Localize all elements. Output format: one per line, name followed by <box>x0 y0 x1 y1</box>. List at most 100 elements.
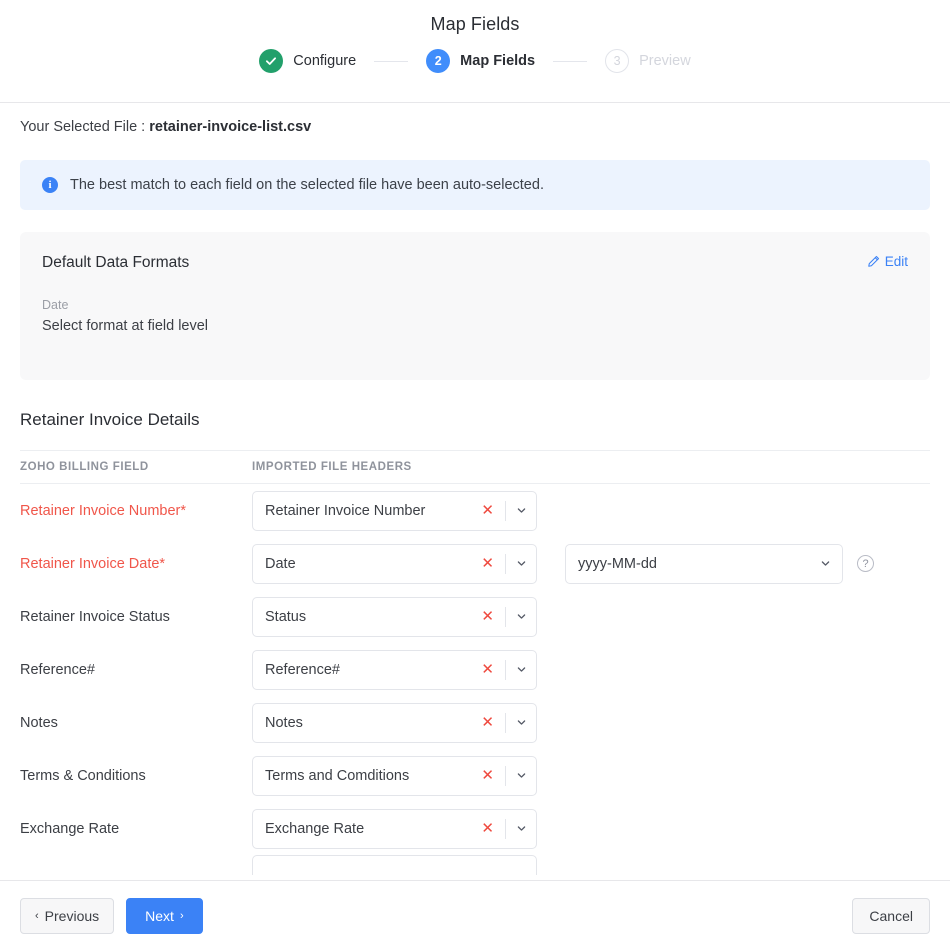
next-button[interactable]: Next › <box>126 898 202 934</box>
header-select-value: Exchange Rate <box>265 821 475 837</box>
step-connector-1 <box>374 61 408 62</box>
header-select-value: Notes <box>265 715 475 731</box>
header-select-value: Reference# <box>265 662 475 678</box>
header-select[interactable]: Exchange Rate ✕ <box>252 809 537 849</box>
info-banner-text: The best match to each field on the sele… <box>70 177 544 193</box>
clear-icon[interactable]: ✕ <box>475 821 505 836</box>
step-map-fields-label: Map Fields <box>460 53 535 69</box>
info-banner: i The best match to each field on the se… <box>20 160 930 210</box>
page-title: Map Fields <box>430 14 519 35</box>
table-row: Retainer Invoice Date* Date ✕ yyyy-MM-dd <box>20 537 930 590</box>
info-icon: i <box>42 177 58 193</box>
step-preview-badge: 3 <box>605 49 629 73</box>
default-data-formats-card: Default Data Formats Edit Date Select fo… <box>20 232 930 380</box>
field-label: Terms & Conditions <box>20 768 252 784</box>
header-select[interactable]: Retainer Invoice Number ✕ <box>252 491 537 531</box>
chevron-right-icon: › <box>180 910 184 922</box>
pencil-icon <box>867 255 880 268</box>
mapping-cell: Notes ✕ <box>252 703 537 743</box>
previous-button[interactable]: ‹ Previous <box>20 898 114 934</box>
date-format-label: Date <box>42 298 908 312</box>
clear-icon[interactable]: ✕ <box>475 609 505 624</box>
next-button-label: Next <box>145 908 174 924</box>
section-title: Retainer Invoice Details <box>20 410 930 430</box>
chevron-down-icon[interactable] <box>506 823 536 834</box>
header-select[interactable] <box>252 855 537 875</box>
column-header-imported-headers: IMPORTED FILE HEADERS <box>252 461 565 473</box>
chevron-left-icon: ‹ <box>35 910 39 922</box>
field-label: Retainer Invoice Date* <box>20 556 252 572</box>
table-header-row: ZOHO BILLING FIELD IMPORTED FILE HEADERS <box>20 450 930 484</box>
default-data-formats-title: Default Data Formats <box>42 254 189 272</box>
table-row: Reference# Reference# ✕ <box>20 643 930 696</box>
default-data-formats-header: Default Data Formats Edit <box>42 254 908 272</box>
chevron-down-icon[interactable] <box>506 558 536 569</box>
page-content: Your Selected File : retainer-invoice-li… <box>0 103 950 880</box>
table-row: Retainer Invoice Status Status ✕ <box>20 590 930 643</box>
mapping-cell: Retainer Invoice Number ✕ <box>252 491 537 531</box>
step-preview-label: Preview <box>639 53 691 69</box>
chevron-down-icon[interactable] <box>506 611 536 622</box>
import-map-fields-page: Map Fields Configure 2 Map Fields 3 Prev… <box>0 0 950 951</box>
selected-file-name: retainer-invoice-list.csv <box>149 119 311 135</box>
clear-icon[interactable]: ✕ <box>475 662 505 677</box>
wizard-stepper: Configure 2 Map Fields 3 Preview <box>259 49 690 73</box>
mapping-cell <box>252 855 537 875</box>
field-label: Exchange Rate <box>20 821 252 837</box>
header-select[interactable]: Date ✕ <box>252 544 537 584</box>
header-select[interactable]: Terms and Comditions ✕ <box>252 756 537 796</box>
clear-icon[interactable]: ✕ <box>475 768 505 783</box>
field-mapping-table: ZOHO BILLING FIELD IMPORTED FILE HEADERS… <box>20 450 930 875</box>
header-select[interactable]: Notes ✕ <box>252 703 537 743</box>
header-select-value: Terms and Comditions <box>265 768 475 784</box>
help-icon[interactable]: ? <box>857 555 874 572</box>
step-configure-badge <box>259 49 283 73</box>
table-row: Terms & Conditions Terms and Comditions … <box>20 749 930 802</box>
selected-file-line: Your Selected File : retainer-invoice-li… <box>20 119 930 135</box>
wizard-footer: ‹ Previous Next › Cancel <box>0 880 950 951</box>
table-row: Exchange Rate Exchange Rate ✕ <box>20 802 930 855</box>
date-format-select-value: yyyy-MM-dd <box>578 556 808 572</box>
table-row-partial <box>20 855 930 875</box>
edit-formats-button[interactable]: Edit <box>867 254 908 269</box>
clear-icon[interactable]: ✕ <box>475 503 505 518</box>
mapping-cell: Date ✕ yyyy-MM-dd ? <box>252 544 874 584</box>
wizard-header: Map Fields Configure 2 Map Fields 3 Prev… <box>0 0 950 103</box>
step-configure[interactable]: Configure <box>259 49 356 73</box>
chevron-down-icon[interactable] <box>506 770 536 781</box>
selected-file-label: Your Selected File : <box>20 119 149 135</box>
chevron-down-icon[interactable] <box>506 664 536 675</box>
field-label: Retainer Invoice Status <box>20 609 252 625</box>
column-header-zoho-field: ZOHO BILLING FIELD <box>20 461 252 473</box>
chevron-down-icon[interactable] <box>506 505 536 516</box>
table-row: Retainer Invoice Number* Retainer Invoic… <box>20 484 930 537</box>
cancel-button[interactable]: Cancel <box>852 898 930 934</box>
chevron-down-icon[interactable] <box>808 558 842 569</box>
step-configure-label: Configure <box>293 53 356 69</box>
date-format-value: Select format at field level <box>42 318 908 334</box>
header-select-value: Status <box>265 609 475 625</box>
step-preview[interactable]: 3 Preview <box>605 49 691 73</box>
mapping-cell: Status ✕ <box>252 597 537 637</box>
clear-icon[interactable]: ✕ <box>475 556 505 571</box>
edit-formats-label: Edit <box>885 254 908 269</box>
mapping-cell: Terms and Comditions ✕ <box>252 756 537 796</box>
mapping-cell: Reference# ✕ <box>252 650 537 690</box>
step-map-fields-badge: 2 <box>426 49 450 73</box>
cancel-button-label: Cancel <box>869 908 913 924</box>
date-format-select[interactable]: yyyy-MM-dd <box>565 544 843 584</box>
header-select[interactable]: Reference# ✕ <box>252 650 537 690</box>
mapping-cell: Exchange Rate ✕ <box>252 809 537 849</box>
header-select[interactable]: Status ✕ <box>252 597 537 637</box>
chevron-down-icon[interactable] <box>506 717 536 728</box>
step-map-fields[interactable]: 2 Map Fields <box>426 49 535 73</box>
previous-button-label: Previous <box>45 908 99 924</box>
field-label: Notes <box>20 715 252 731</box>
field-label: Retainer Invoice Number* <box>20 503 252 519</box>
clear-icon[interactable]: ✕ <box>475 715 505 730</box>
header-select-value: Date <box>265 556 475 572</box>
step-connector-2 <box>553 61 587 62</box>
table-row: Notes Notes ✕ <box>20 696 930 749</box>
header-select-value: Retainer Invoice Number <box>265 503 475 519</box>
field-label: Reference# <box>20 662 252 678</box>
